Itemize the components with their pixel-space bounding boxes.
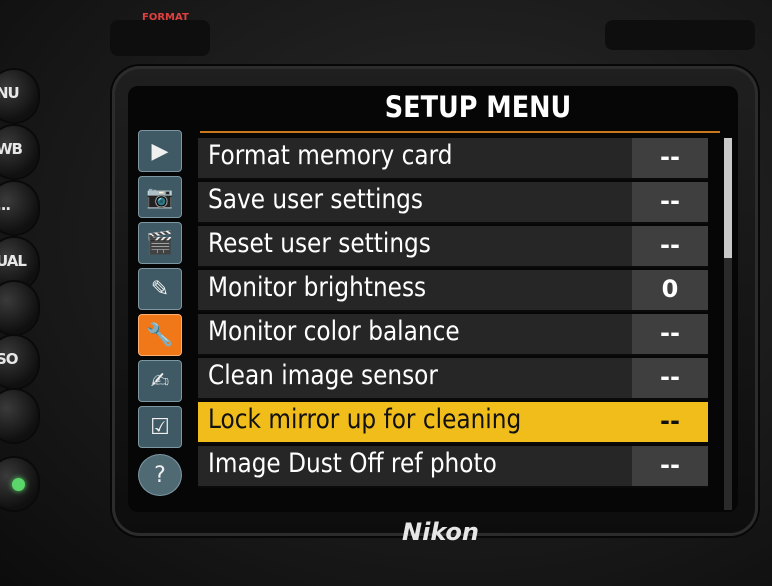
menu-item-value: 0 (632, 270, 708, 310)
menu-item-monitor-brightness[interactable]: Monitor brightness 0 (198, 270, 708, 312)
lcd-screen: SETUP MENU ▶ 📷 🎬 ✎ 🔧 ✍ ☑ ? Format memory… (128, 86, 738, 512)
my-menu-tab-icon[interactable]: ☑ (138, 406, 182, 448)
left-button-column: NU WB ... UAL SO (0, 60, 40, 540)
top-slot (110, 20, 210, 56)
menu-item-label: Monitor brightness (208, 272, 427, 303)
wb-button[interactable]: WB (0, 126, 38, 178)
qual-button-label: UAL (0, 252, 27, 270)
menu-title: SETUP MENU (384, 90, 572, 124)
side-button-7[interactable] (0, 390, 38, 442)
menu-tab-column: ▶ 📷 🎬 ✎ 🔧 ✍ ☑ ? (138, 130, 184, 510)
playback-tab-icon[interactable]: ▶ (138, 130, 182, 172)
status-led (12, 478, 25, 491)
iso-button-label: SO (0, 350, 19, 368)
wb-button-label: WB (0, 140, 23, 158)
menu-item-format-memory-card[interactable]: Format memory card -- (198, 138, 708, 180)
quality-button-label: ... (0, 196, 11, 214)
menu-item-label: Clean image sensor (208, 360, 438, 391)
scrollbar-thumb[interactable] (724, 138, 732, 258)
top-slot-right (605, 20, 755, 50)
menu-item-label: Reset user settings (208, 228, 431, 259)
menu-item-value: -- (632, 226, 708, 266)
menu-button-label: NU (0, 84, 20, 102)
quality-button[interactable]: ... (0, 182, 38, 234)
menu-item-image-dust-off-ref-photo[interactable]: Image Dust Off ref photo -- (198, 446, 708, 488)
menu-item-value: -- (632, 358, 708, 398)
menu-item-label: Format memory card (208, 140, 453, 171)
menu-item-label: Lock mirror up for cleaning (208, 404, 522, 435)
help-icon[interactable]: ? (138, 454, 182, 496)
camera-body: FORMAT NU WB ... UAL SO SETUP MENU ▶ 📷 🎬… (0, 0, 772, 586)
menu-item-value: -- (632, 446, 708, 486)
menu-item-value: -- (632, 182, 708, 222)
menu-item-value: -- (632, 138, 708, 178)
movie-tab-icon[interactable]: 🎬 (138, 222, 182, 264)
menu-item-value: -- (632, 402, 708, 442)
menu-item-value: -- (632, 314, 708, 354)
retouch-tab-icon[interactable]: ✍ (138, 360, 182, 402)
menu-item-monitor-color-balance[interactable]: Monitor color balance -- (198, 314, 708, 356)
title-divider (200, 131, 720, 133)
menu-button[interactable]: NU (0, 70, 38, 122)
camera-tab-icon[interactable]: 📷 (138, 176, 182, 218)
menu-item-save-user-settings[interactable]: Save user settings -- (198, 182, 708, 224)
side-button-5[interactable] (0, 282, 38, 334)
menu-list: Format memory card -- Save user settings… (198, 138, 718, 510)
format-tag: FORMAT (142, 12, 189, 23)
menu-item-label: Image Dust Off ref photo (208, 448, 497, 479)
brand-logo: Nikon (402, 518, 479, 546)
menu-item-label: Monitor color balance (208, 316, 460, 347)
menu-item-clean-image-sensor[interactable]: Clean image sensor -- (198, 358, 708, 400)
custom-settings-tab-icon[interactable]: ✎ (138, 268, 182, 310)
iso-button[interactable]: SO (0, 336, 38, 388)
menu-scrollbar[interactable] (724, 138, 732, 510)
menu-item-lock-mirror-up-for-cleaning[interactable]: Lock mirror up for cleaning -- (198, 402, 708, 444)
menu-item-reset-user-settings[interactable]: Reset user settings -- (198, 226, 708, 268)
menu-item-label: Save user settings (208, 184, 424, 215)
setup-tab-icon[interactable]: 🔧 (138, 314, 182, 356)
